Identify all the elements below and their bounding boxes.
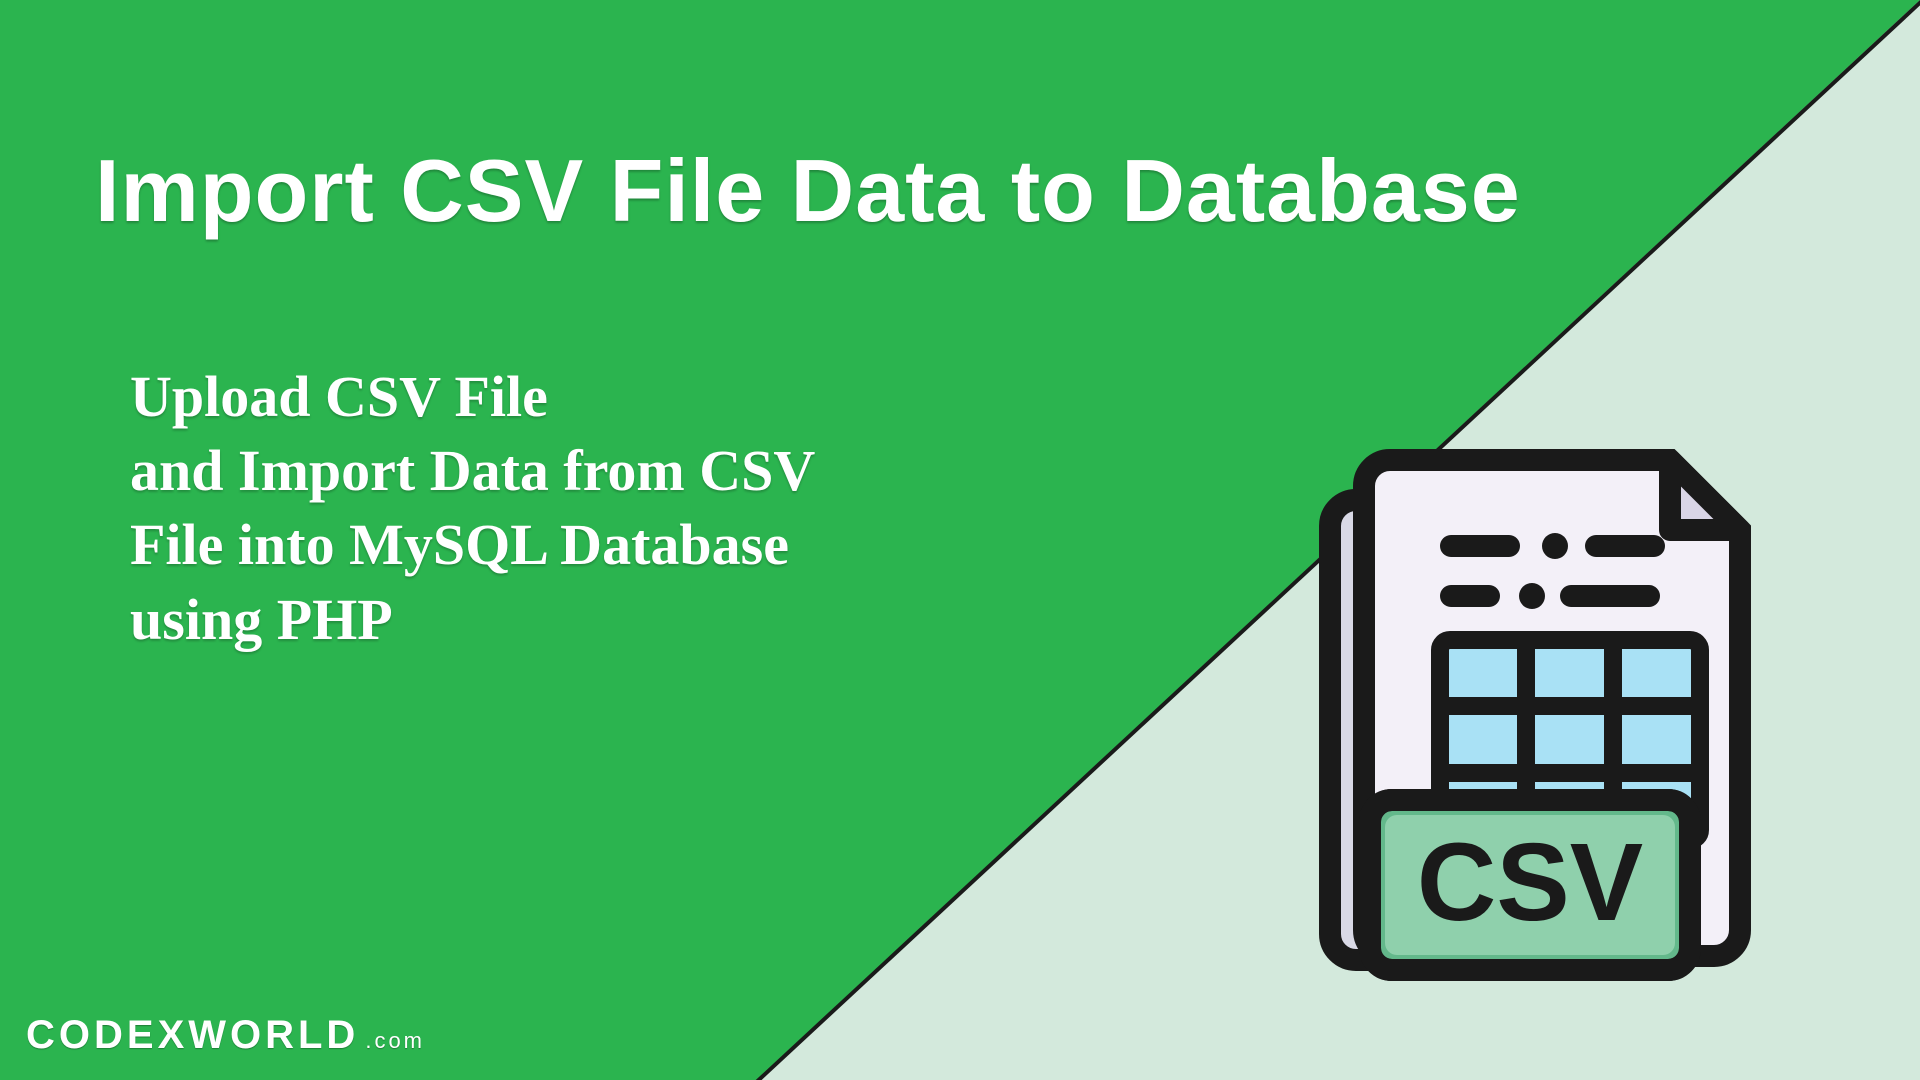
page-title: Import CSV File Data to Database bbox=[95, 140, 1521, 242]
site-logo: CODEXWORLD .com bbox=[26, 1013, 425, 1058]
page-subtitle: Upload CSV File and Import Data from CSV… bbox=[130, 360, 815, 657]
banner: Import CSV File Data to Database Upload … bbox=[0, 0, 1920, 1080]
csv-badge-text: CSV bbox=[1417, 821, 1643, 944]
subtitle-line: using PHP bbox=[130, 587, 393, 652]
subtitle-line: Upload CSV File bbox=[130, 364, 548, 429]
csv-file-icon: CSV bbox=[1300, 440, 1800, 1000]
subtitle-line: and Import Data from CSV bbox=[130, 438, 815, 503]
logo-tld: .com bbox=[365, 1028, 425, 1054]
logo-brand: CODEXWORLD bbox=[26, 1013, 359, 1058]
subtitle-line: File into MySQL Database bbox=[130, 512, 789, 577]
